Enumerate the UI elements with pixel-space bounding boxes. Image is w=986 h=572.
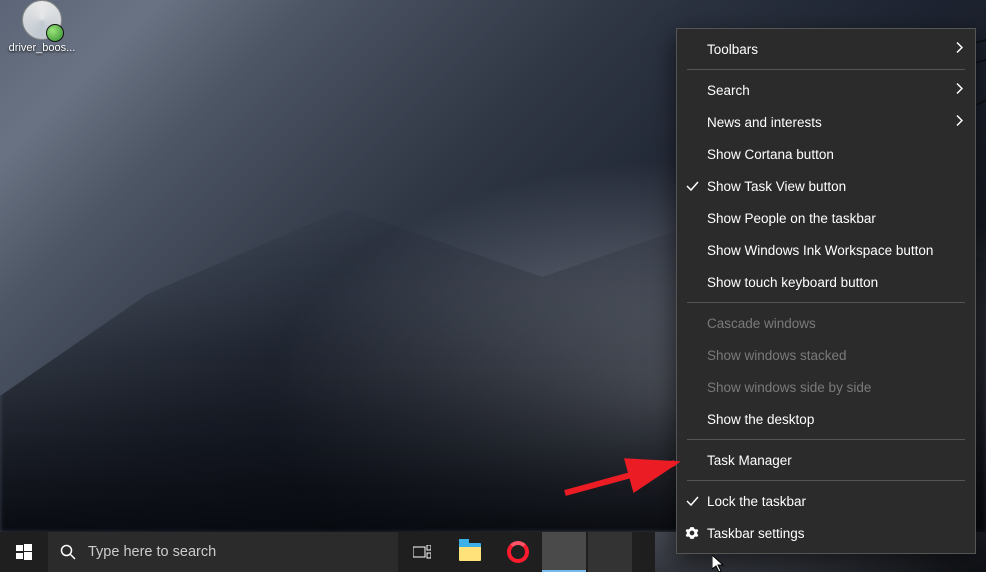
context-menu-separator [687, 480, 965, 481]
taskbar-running-apps [542, 532, 632, 572]
context-menu-item[interactable]: Show touch keyboard button [677, 266, 975, 298]
context-menu-item-label: Toolbars [707, 42, 758, 57]
start-button[interactable] [0, 532, 48, 572]
taskbar-context-menu: Toolbars Search News and interests Show Cor… [676, 28, 976, 554]
taskbar: Type here to search [0, 532, 655, 572]
taskbar-app-file-explorer[interactable] [446, 532, 494, 572]
context-menu-item[interactable]: Show Windows Ink Workspace button [677, 234, 975, 266]
context-menu-item-label: Show People on the taskbar [707, 211, 876, 226]
task-view-icon [413, 545, 431, 559]
chevron-right-icon [955, 83, 963, 98]
taskbar-running-window[interactable] [588, 532, 632, 572]
context-menu-item[interactable]: Lock the taskbar [677, 485, 975, 517]
context-menu-item-label: Show windows side by side [707, 380, 871, 395]
context-menu-item: Show windows side by side [677, 371, 975, 403]
taskbar-running-window[interactable] [542, 532, 586, 572]
desktop-icon-label: driver_boos... [6, 42, 78, 54]
context-menu-item: Show windows stacked [677, 339, 975, 371]
context-menu-item-label: Show Cortana button [707, 147, 834, 162]
context-menu-item-label: Show the desktop [707, 412, 814, 427]
context-menu-item-label: Task Manager [707, 453, 792, 468]
context-menu-item: Cascade windows [677, 307, 975, 339]
file-explorer-icon [459, 543, 481, 561]
chevron-right-icon [955, 115, 963, 130]
context-menu-separator [687, 69, 965, 70]
task-view-button[interactable] [398, 532, 446, 572]
context-menu-item[interactable]: News and interests [677, 106, 975, 138]
check-icon [684, 493, 700, 509]
gear-icon [684, 525, 700, 541]
taskbar-search[interactable]: Type here to search [48, 532, 398, 572]
context-menu-item-label: Search [707, 83, 750, 98]
taskbar-app-opera[interactable] [494, 532, 542, 572]
mouse-cursor-icon [712, 555, 726, 572]
context-menu-item-label: Lock the taskbar [707, 494, 806, 509]
check-icon [684, 178, 700, 194]
opera-icon [507, 541, 529, 563]
context-menu-item-label: News and interests [707, 115, 822, 130]
context-menu-item-label: Show Task View button [707, 179, 846, 194]
context-menu-item-label: Show windows stacked [707, 348, 847, 363]
desktop-icon-driver-booster[interactable]: driver_boos... [6, 0, 78, 54]
context-menu-item[interactable]: Task Manager [677, 444, 975, 476]
context-menu-item[interactable]: Show Task View button [677, 170, 975, 202]
search-placeholder: Type here to search [88, 544, 216, 560]
context-menu-item-label: Taskbar settings [707, 526, 805, 541]
context-menu-item-label: Cascade windows [707, 316, 816, 331]
context-menu-separator [687, 302, 965, 303]
context-menu-item[interactable]: Toolbars [677, 33, 975, 65]
context-menu-item-label: Show touch keyboard button [707, 275, 878, 290]
search-icon [60, 544, 76, 560]
context-menu-separator [687, 439, 965, 440]
context-menu-item[interactable]: Search [677, 74, 975, 106]
context-menu-item[interactable]: Show the desktop [677, 403, 975, 435]
context-menu-item[interactable]: Show Cortana button [677, 138, 975, 170]
context-menu-item[interactable]: Show People on the taskbar [677, 202, 975, 234]
driver-booster-icon [22, 0, 62, 40]
windows-logo-icon [16, 544, 32, 560]
chevron-right-icon [955, 42, 963, 57]
context-menu-item[interactable]: Taskbar settings [677, 517, 975, 549]
context-menu-item-label: Show Windows Ink Workspace button [707, 243, 933, 258]
